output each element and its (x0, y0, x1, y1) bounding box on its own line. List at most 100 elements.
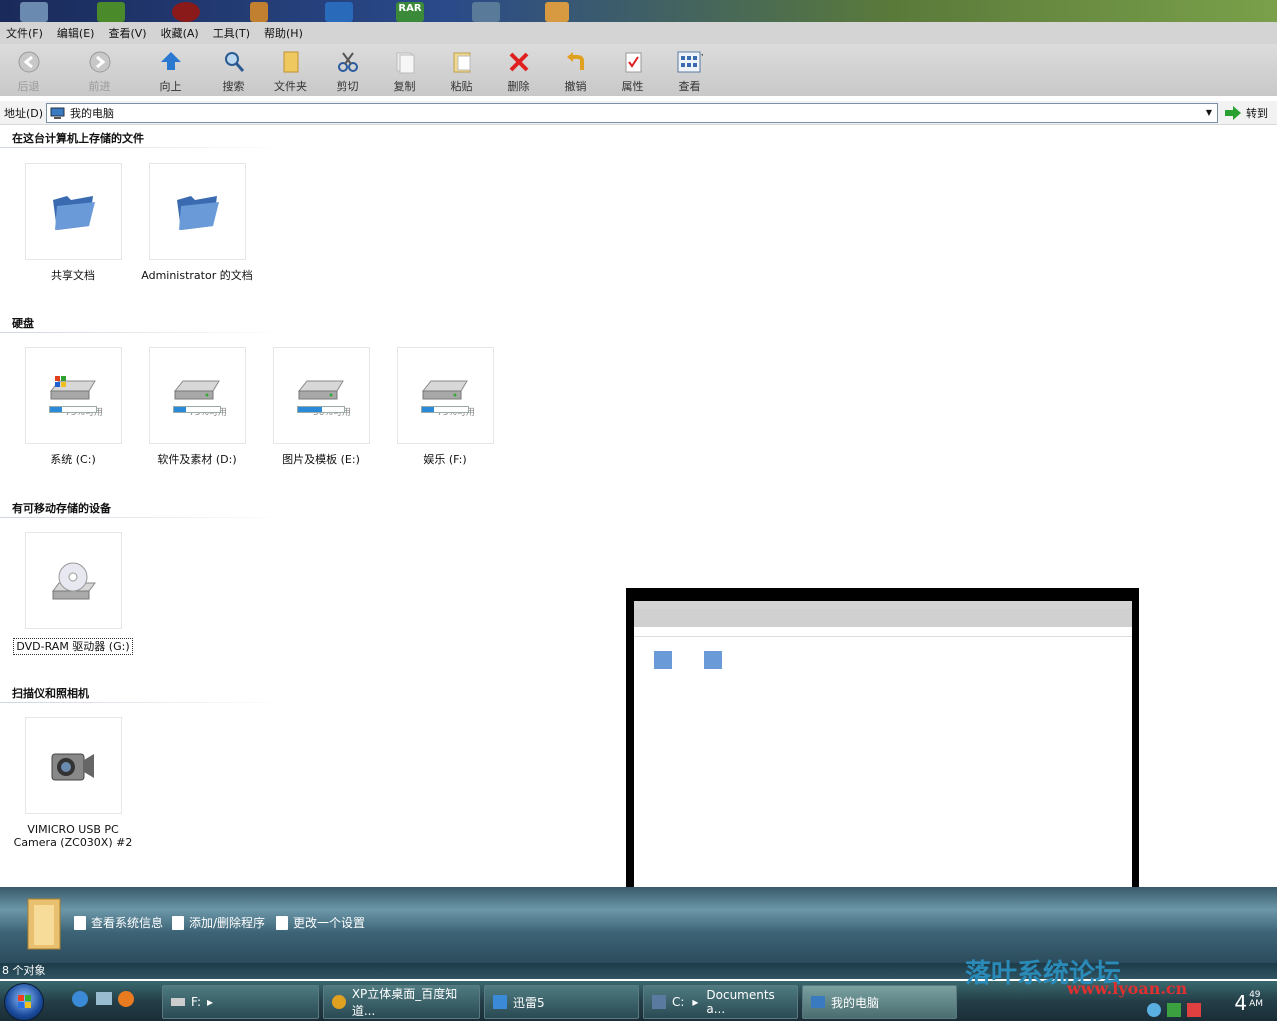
undo-label: 撤销 (564, 80, 587, 93)
add-remove-link[interactable]: 添加/删除程序 (172, 914, 265, 931)
task-label: XP立体桌面_百度知道... (351, 987, 458, 1018)
back-button[interactable]: 后退 (0, 44, 57, 94)
media-icon[interactable] (172, 2, 200, 22)
up-label: 向上 (159, 80, 182, 93)
drive-thumb: 75%可用 (24, 347, 122, 444)
camera-device[interactable]: VIMICRO USB PC Camera (ZC030X) #2 (13, 717, 133, 849)
safety-icon[interactable] (1167, 1003, 1181, 1017)
task-my-computer[interactable]: 我的电脑 (802, 985, 957, 1019)
info-bar: 查看系统信息 添加/删除程序 更改一个设置 (0, 887, 1277, 963)
delete-button[interactable]: 删除 (490, 44, 547, 94)
capacity-bar (297, 406, 345, 413)
address-input[interactable]: 我的电脑 ▼ (46, 102, 1218, 123)
system-info-link[interactable]: 查看系统信息 (74, 914, 163, 931)
firefox-icon[interactable] (118, 991, 134, 1007)
watermark-url: www.lyoan.cn (1067, 979, 1188, 998)
camera-thumb (24, 717, 122, 814)
undo-icon (563, 50, 589, 74)
drive-e[interactable]: 50%可用 图片及模板 (E:) (261, 347, 381, 466)
drive-thumb: 75%可用 (148, 347, 246, 444)
hard-drive-icon (297, 380, 344, 400)
menu-favorites[interactable]: 收藏(A) (161, 25, 199, 41)
drive-f[interactable]: 75%可用 娱乐 (F:) (385, 347, 505, 466)
programs-icon (172, 915, 184, 930)
go-arrow-icon (1225, 105, 1241, 120)
section-divider (0, 147, 290, 148)
folder-icon (278, 50, 304, 74)
jps-icon[interactable] (545, 2, 569, 22)
drive-label: 软件及素材 (D:) (157, 453, 237, 466)
search-button[interactable]: 搜索 (205, 44, 262, 94)
task-label: Documents a... (706, 988, 775, 1016)
menu-tools[interactable]: 工具(T) (213, 25, 250, 41)
menu-file[interactable]: 文件(F) (6, 25, 43, 41)
volume-icon[interactable] (1187, 1003, 1201, 1017)
tool-icon[interactable] (250, 2, 268, 22)
menu-edit[interactable]: 编辑(E) (57, 25, 95, 41)
drive-c[interactable]: 75%可用 系统 (C:) (13, 347, 133, 466)
view-grid-icon (677, 50, 703, 74)
cut-label: 剪切 (336, 80, 359, 93)
start-button[interactable] (4, 983, 44, 1021)
task-label: F: (191, 995, 202, 1009)
paste-button[interactable]: 粘贴 (433, 44, 490, 94)
folder-thumb (148, 163, 246, 260)
folder-label: Administrator 的文档 (141, 269, 253, 282)
task-f-drive[interactable]: F: ▸ (162, 985, 319, 1019)
tv-icon[interactable] (97, 2, 125, 22)
computer-icon (811, 996, 825, 1008)
menu-bar: 文件(F) 编辑(E) 查看(V) 收藏(A) 工具(T) 帮助(H) (0, 22, 1277, 44)
drive-dvd[interactable]: DVD-RAM 驱动器 (G:) (13, 532, 133, 655)
browser-icon[interactable] (325, 2, 353, 22)
section-title-harddisk: 硬盘 (12, 317, 34, 330)
folder-label: 共享文档 (51, 269, 95, 282)
paste-label: 粘贴 (450, 80, 473, 93)
undo-button[interactable]: 撤销 (547, 44, 604, 94)
capacity-fill (50, 407, 62, 412)
folder-admin-docs[interactable]: Administrator 的文档 (137, 163, 257, 282)
computer-icon (50, 107, 65, 119)
preview-folder-icon (654, 651, 672, 669)
cut-button[interactable]: 剪切 (319, 44, 376, 94)
task-xunlei[interactable]: 迅雷5 (484, 985, 639, 1019)
dvd-label: DVD-RAM 驱动器 (G:) (13, 638, 133, 655)
sysinfo-icon (74, 915, 86, 930)
go-label: 转到 (1246, 106, 1268, 120)
blue-folder-icon (53, 195, 95, 230)
change-setting-link[interactable]: 更改一个设置 (276, 914, 365, 931)
copy-button[interactable]: 复制 (376, 44, 433, 94)
rar-icon[interactable]: RAR (396, 2, 424, 22)
hard-drive-icon (421, 380, 468, 400)
task-c-drive[interactable]: C: ▸ Documents a... (643, 985, 798, 1019)
up-button[interactable]: 向上 (142, 44, 199, 94)
menu-view[interactable]: 查看(V) (108, 25, 146, 41)
view-button[interactable]: 查看 (661, 44, 718, 94)
folder-icon[interactable] (472, 2, 500, 22)
dvd-drive-icon (52, 562, 96, 599)
forward-button[interactable]: 前进 (71, 44, 128, 94)
properties-button[interactable]: 属性 (604, 44, 661, 94)
properties-icon (620, 50, 646, 74)
view-label: 查看 (678, 80, 701, 93)
folders-label: 文件夹 (274, 80, 307, 93)
show-desktop-icon[interactable] (96, 992, 112, 1005)
chevron-down-icon[interactable]: ▼ (1201, 104, 1217, 122)
clock[interactable]: 4 49 AM (1234, 991, 1263, 1016)
app-icon[interactable] (20, 2, 48, 22)
camera-label-line1: VIMICRO USB PC (27, 823, 119, 836)
drive-thumb: 75%可用 (396, 347, 494, 444)
menu-help[interactable]: 帮助(H) (264, 25, 303, 41)
big-folder-icon (27, 898, 61, 950)
camera-label: VIMICRO USB PC Camera (ZC030X) #2 (14, 823, 133, 849)
system-info-label: 查看系统信息 (91, 916, 164, 930)
up-arrow-icon (158, 50, 184, 74)
drive-d[interactable]: 75%可用 软件及素材 (D:) (137, 347, 257, 466)
folder-shared-docs[interactable]: 共享文档 (13, 163, 133, 282)
ie-icon[interactable] (72, 991, 88, 1007)
explorer-icon (652, 995, 666, 1009)
add-remove-label: 添加/删除程序 (189, 916, 266, 930)
folders-button[interactable]: 文件夹 (262, 44, 319, 94)
go-button[interactable]: 转到 (1224, 105, 1268, 121)
network-icon[interactable] (1147, 1003, 1161, 1017)
task-browser[interactable]: XP立体桌面_百度知道... (323, 985, 480, 1019)
